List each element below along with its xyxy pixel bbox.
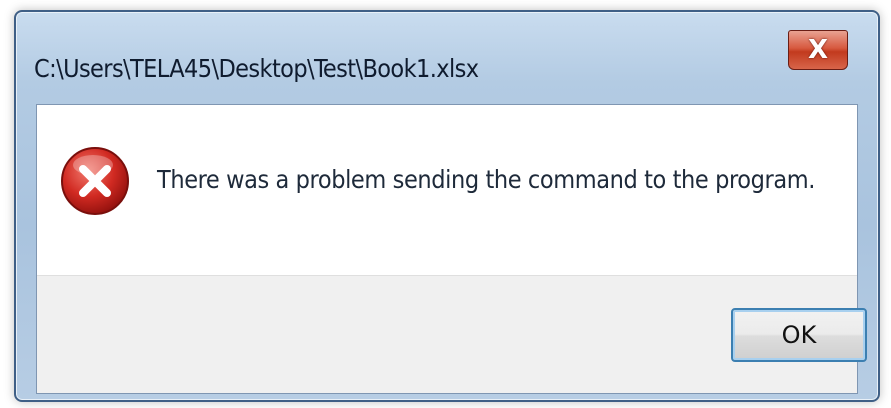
dialog-title: C:\Users\TELA45\Desktop\Test\Book1.xlsx: [34, 54, 479, 83]
error-dialog-window: C:\Users\TELA45\Desktop\Test\Book1.xlsx …: [14, 10, 880, 402]
close-button[interactable]: X: [788, 30, 848, 70]
button-area: OK: [37, 275, 867, 393]
ok-button[interactable]: OK: [731, 308, 867, 362]
error-message: There was a problem sending the command …: [157, 165, 815, 194]
dialog-content: There was a problem sending the command …: [36, 104, 867, 394]
title-bar[interactable]: C:\Users\TELA45\Desktop\Test\Book1.xlsx …: [16, 12, 878, 104]
ok-button-label: OK: [781, 321, 817, 349]
close-icon: X: [807, 35, 829, 65]
message-area: There was a problem sending the command …: [37, 105, 857, 275]
error-icon: [61, 147, 129, 215]
